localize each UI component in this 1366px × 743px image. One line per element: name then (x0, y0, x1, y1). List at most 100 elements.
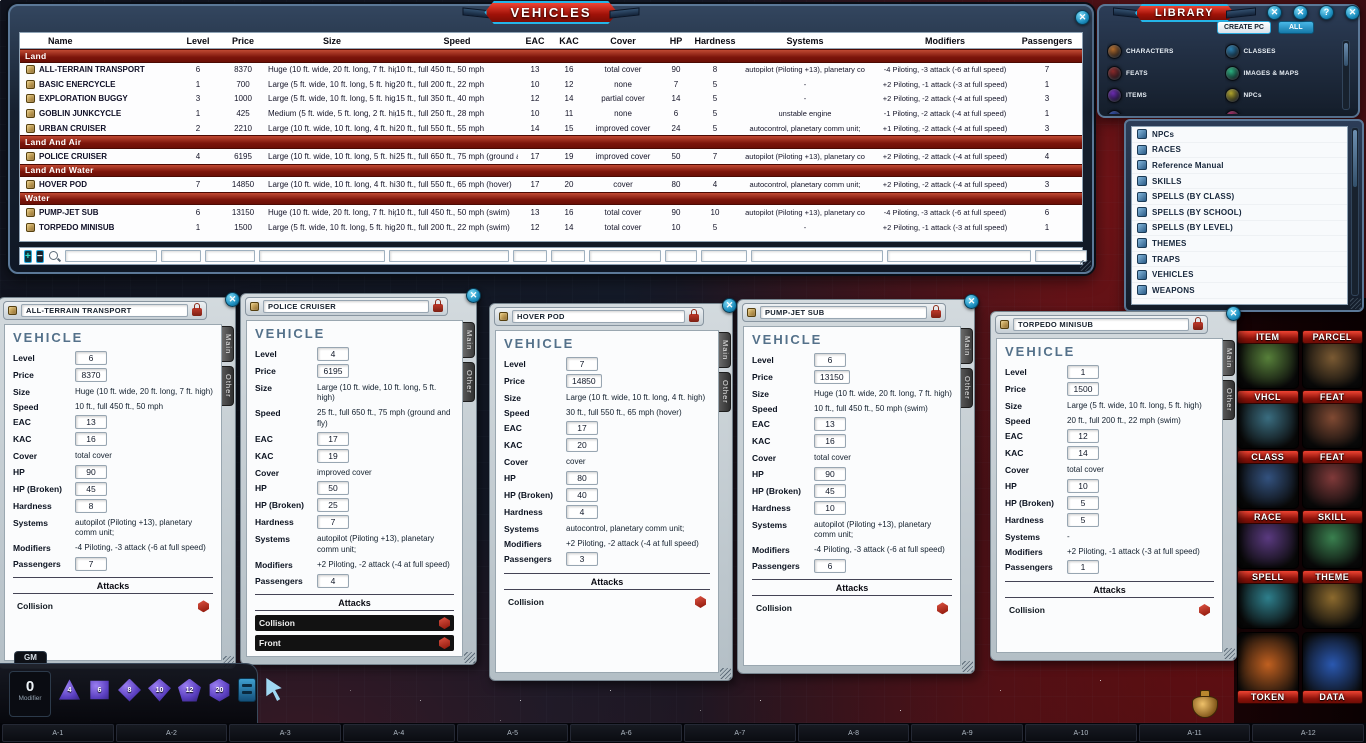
library-item-spells-by-school-[interactable]: SPELLS (BY SCHOOL) (1132, 205, 1347, 221)
roll-die-icon[interactable] (1199, 603, 1210, 616)
resize-grip[interactable] (1080, 260, 1091, 271)
hardness-value[interactable]: 5 (1067, 512, 1099, 527)
eac-value[interactable]: 12 (1067, 429, 1099, 444)
hp_broken-value[interactable]: 45 (814, 483, 846, 498)
sidebar-button-parcel-1[interactable]: PARCEL (1301, 330, 1363, 389)
scrollbar-thumb[interactable] (1344, 43, 1348, 67)
sidebar-button-spell-8[interactable]: SPELL (1237, 570, 1299, 629)
table-row[interactable]: TORPEDO MINISUB 1 1500 Large (5 ft. wide, 1… (20, 220, 1082, 235)
lock-icon[interactable] (192, 303, 202, 316)
pouch-icon[interactable] (1192, 688, 1218, 718)
sidebar-button-item-0[interactable]: ITEM (1237, 330, 1299, 389)
roll-die-icon[interactable] (695, 595, 706, 608)
link-icon[interactable] (26, 109, 35, 119)
library-item-spells-by-level-[interactable]: SPELLS (BY LEVEL) (1132, 221, 1347, 237)
passengers-value[interactable]: 6 (814, 558, 846, 573)
library-module-images-maps[interactable]: IMAGES & MAPS (1224, 62, 1339, 84)
price-value[interactable]: 8370 (75, 367, 107, 382)
link-icon[interactable] (26, 79, 35, 89)
close-icon[interactable]: ✕ (964, 294, 979, 309)
roll-die-icon[interactable] (439, 617, 450, 630)
lock-icon[interactable] (931, 305, 941, 318)
library-item-spells-by-class-[interactable]: SPELLS (BY CLASS) (1132, 189, 1347, 205)
library-module-feats[interactable]: FEATS (1107, 62, 1221, 84)
link-icon[interactable] (250, 302, 259, 311)
table-row[interactable]: HOVER POD 7 14850 Large (10 ft. wide, 10 ft… (20, 177, 1082, 192)
eac-value[interactable]: 17 (317, 432, 349, 447)
kac-value[interactable]: 16 (814, 434, 846, 449)
hotkey-slot-a-12[interactable]: A-12 (1252, 724, 1365, 742)
sidebar-button-class-4[interactable]: CLASS (1237, 450, 1299, 509)
tab-other[interactable]: Other (718, 372, 731, 413)
table-row[interactable]: PUMP-JET SUB 6 13150 Huge (10 ft. wide, 20 … (20, 205, 1082, 220)
filter-input[interactable] (512, 250, 547, 262)
hardness-value[interactable]: 8 (75, 498, 107, 513)
tab-all[interactable]: ALL (1278, 21, 1314, 34)
tab-other[interactable]: Other (462, 362, 475, 403)
hotkey-slot-a-11[interactable]: A-11 (1138, 724, 1251, 742)
sidebar-button-token-10[interactable]: TOKEN (1237, 632, 1299, 704)
scrollbar-thumb[interactable] (1353, 130, 1357, 187)
tab-main[interactable]: Main (221, 326, 234, 363)
hp-value[interactable]: 90 (814, 466, 846, 481)
sidebar-button-race-6[interactable]: RACE (1237, 510, 1299, 569)
link-icon[interactable] (26, 207, 35, 217)
sidebar-button-vhcl-2[interactable]: VHCL (1237, 390, 1299, 449)
price-value[interactable]: 13150 (814, 369, 850, 384)
level-value[interactable]: 1 (1067, 364, 1099, 379)
tab-main[interactable]: Main (718, 332, 731, 369)
filter-input[interactable] (550, 250, 585, 262)
vehicles-list-window[interactable]: VEHICLES ✕ Name Level Price Size Speed EAC KAC… (8, 1, 1094, 274)
link-icon[interactable] (26, 151, 35, 161)
library-module-items[interactable]: ITEMS (1107, 84, 1221, 106)
close-icon[interactable]: ✕ (1226, 306, 1241, 321)
close-icon[interactable]: ✕ (722, 298, 737, 313)
sidebar-button-skill-7[interactable]: SKILL (1301, 510, 1363, 569)
help-icon[interactable]: ? (1319, 5, 1334, 20)
level-value[interactable]: 7 (566, 356, 598, 371)
library-module-races[interactable]: RACES (1224, 106, 1339, 114)
attack-row[interactable]: Collision (13, 598, 213, 614)
passengers-value[interactable]: 3 (566, 552, 598, 567)
d12-die-icon[interactable]: 12 (178, 678, 201, 702)
close-icon[interactable]: ✕ (1345, 5, 1360, 20)
filter-input[interactable] (588, 250, 661, 262)
tab-main[interactable]: Main (960, 328, 973, 365)
level-value[interactable]: 6 (75, 350, 107, 365)
close-icon[interactable]: ✕ (466, 288, 481, 303)
kac-value[interactable]: 19 (317, 449, 349, 464)
vehicle-window-titlebar[interactable]: HOVER POD (494, 307, 704, 326)
library-module-quests[interactable]: QUESTS (1107, 106, 1221, 114)
eac-value[interactable]: 13 (814, 417, 846, 432)
kac-value[interactable]: 16 (75, 432, 107, 447)
scrollbar[interactable] (1351, 127, 1359, 296)
attack-row[interactable]: Collision (1005, 602, 1214, 618)
eac-value[interactable]: 13 (75, 415, 107, 430)
d20-die-icon[interactable]: 20 (209, 678, 230, 702)
hotkey-slot-a-8[interactable]: A-8 (797, 724, 910, 742)
link-icon[interactable] (26, 179, 35, 189)
d4-die-icon[interactable]: 4 (58, 679, 81, 700)
resize-grip[interactable] (1350, 298, 1361, 309)
level-value[interactable]: 6 (814, 352, 846, 367)
dice-tower-icon[interactable] (238, 678, 256, 702)
tab-other[interactable]: Other (960, 368, 973, 409)
table-row[interactable]: BASIC ENERCYCLE 1 700 Large (5 ft. wide, 10… (20, 77, 1082, 92)
library-window[interactable]: LIBRARY CREATE PC ALL CHARACTERS CLASSES F… (1097, 4, 1360, 118)
lock-icon[interactable] (433, 299, 443, 312)
lock-icon[interactable] (1193, 317, 1203, 330)
lock-icon[interactable] (689, 309, 699, 322)
library-item-skills[interactable]: SKILLS (1132, 174, 1347, 190)
filter-input[interactable] (258, 250, 385, 262)
hardness-value[interactable]: 7 (317, 515, 349, 530)
sidebar-button-feat-5[interactable]: FEAT (1301, 450, 1363, 509)
filter-input[interactable] (160, 250, 201, 262)
hp-value[interactable]: 90 (75, 464, 107, 479)
hotkey-slot-a-7[interactable]: A-7 (684, 724, 796, 742)
hotkey-slot-a-6[interactable]: A-6 (570, 724, 683, 742)
tab-main[interactable]: Main (1222, 340, 1235, 377)
link-icon[interactable] (26, 222, 35, 232)
resize-grip[interactable] (464, 652, 475, 663)
add-button[interactable]: + (24, 249, 32, 263)
library-item-npcs[interactable]: NPCs (1132, 127, 1347, 143)
